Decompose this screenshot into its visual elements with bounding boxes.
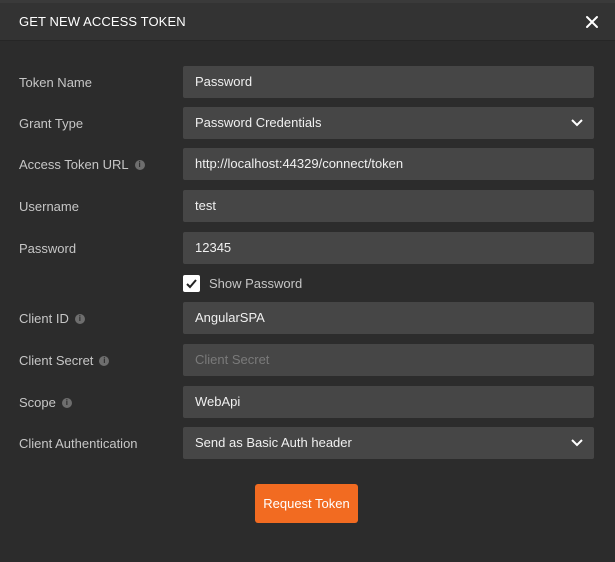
access-token-url-label: Access Token URL i	[19, 157, 145, 172]
client-auth-label: Client Authentication	[19, 436, 138, 451]
show-password-option: Show Password	[183, 274, 302, 292]
info-icon[interactable]: i	[134, 159, 145, 170]
password-label: Password	[19, 241, 77, 256]
client-auth-value: Send as Basic Auth header	[195, 435, 352, 450]
client-auth-row: Client Authentication Send as Basic Auth…	[0, 427, 615, 459]
client-id-input[interactable]: AngularSPA	[183, 302, 594, 334]
grant-type-value: Password Credentials	[195, 115, 322, 130]
dialog-title: GET NEW ACCESS TOKEN	[19, 14, 186, 29]
token-name-row: Token Name Password	[0, 66, 615, 98]
chevron-down-icon	[571, 119, 583, 127]
scope-label: Scope i	[19, 395, 72, 410]
request-token-button[interactable]: Request Token	[255, 484, 358, 523]
check-icon	[186, 278, 197, 288]
info-icon[interactable]: i	[74, 313, 85, 324]
info-icon[interactable]: i	[61, 397, 72, 408]
client-secret-input[interactable]: Client Secret	[183, 344, 594, 376]
show-password-label[interactable]: Show Password	[209, 276, 302, 291]
grant-type-label: Grant Type	[19, 116, 84, 131]
username-input[interactable]: test	[183, 190, 594, 222]
password-row: Password 12345	[0, 232, 615, 264]
username-row: Username test	[0, 190, 615, 222]
username-label: Username	[19, 199, 79, 214]
show-password-checkbox[interactable]	[183, 274, 200, 292]
client-id-label: Client ID i	[19, 311, 85, 326]
token-name-label: Token Name	[19, 75, 92, 90]
access-token-url-input[interactable]: http://localhost:44329/connect/token	[183, 148, 594, 180]
client-id-row: Client ID i AngularSPA	[0, 302, 615, 334]
grant-type-select[interactable]: Password Credentials	[183, 107, 594, 139]
scope-row: Scope i WebApi	[0, 386, 615, 418]
dialog-header: GET NEW ACCESS TOKEN	[0, 3, 615, 41]
password-input[interactable]: 12345	[183, 232, 594, 264]
chevron-down-icon	[571, 439, 583, 447]
client-secret-row: Client Secret i Client Secret	[0, 344, 615, 376]
client-secret-label: Client Secret i	[19, 353, 110, 368]
grant-type-row: Grant Type Password Credentials	[0, 107, 615, 139]
scope-input[interactable]: WebApi	[183, 386, 594, 418]
token-name-input[interactable]: Password	[183, 66, 594, 98]
info-icon[interactable]: i	[99, 355, 110, 366]
close-icon[interactable]	[582, 12, 602, 32]
client-auth-select[interactable]: Send as Basic Auth header	[183, 427, 594, 459]
access-token-url-row: Access Token URL i http://localhost:44329…	[0, 148, 615, 180]
